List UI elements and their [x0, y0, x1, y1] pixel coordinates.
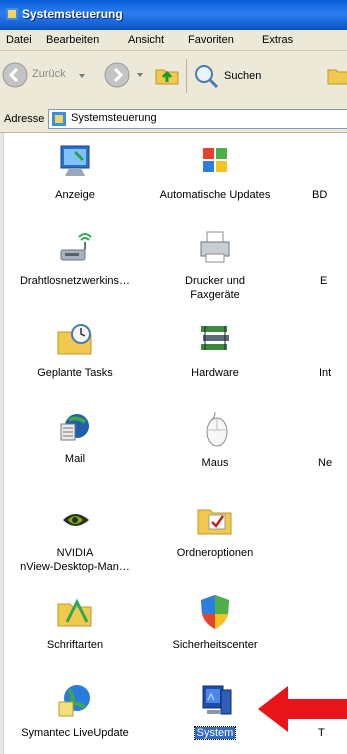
item-drucker-und-faxgeraete[interactable]: Drucker und Faxgeräte: [155, 228, 275, 302]
item-hardware[interactable]: Hardware: [155, 320, 275, 380]
item-label: Maus: [201, 457, 229, 469]
menu-favoriten[interactable]: Favoriten: [188, 34, 234, 46]
systemsteuerung-window: Systemsteuerung Datei Bearbeiten Ansicht…: [0, 0, 347, 754]
control-panel-icon: [6, 8, 18, 20]
control-panel-icon: [52, 112, 66, 126]
folders-icon[interactable]: [326, 62, 347, 88]
toolbar: Zurück Suchen: [0, 51, 347, 107]
item-symantec-liveupdate[interactable]: Symantec LiveUpdate: [15, 680, 135, 740]
printer-icon: [200, 231, 230, 263]
item-label: E: [320, 275, 328, 287]
menu-extras[interactable]: Extras: [262, 34, 293, 46]
item-label-line2: Faxgeräte: [190, 289, 240, 301]
item-label: Mail: [64, 453, 86, 465]
red-arrow-icon: [258, 686, 347, 732]
item-label: Geplante Tasks: [37, 367, 113, 379]
system-icon: [202, 685, 232, 715]
generic-icon: [320, 228, 347, 268]
item-label: NVIDIA: [56, 547, 94, 559]
item-automatische-updates[interactable]: Automatische Updates: [155, 142, 275, 202]
item-schriftarten[interactable]: Schriftarten: [15, 592, 135, 652]
item-label: Symantec LiveUpdate: [21, 727, 129, 739]
item-label: Int: [319, 367, 332, 379]
item-e[interactable]: E: [320, 228, 347, 288]
up-folder-icon[interactable]: [154, 62, 180, 88]
address-label: Adresse: [4, 113, 45, 125]
fonts-icon: [57, 598, 92, 627]
item-int[interactable]: Int: [319, 320, 347, 380]
item-drahtlosnetzwerk[interactable]: Drahtlosnetzwerkins…: [15, 228, 135, 288]
menu-datei[interactable]: Datei: [6, 34, 32, 46]
menu-ansicht[interactable]: Ansicht: [128, 34, 164, 46]
chevron-down-icon[interactable]: [136, 71, 144, 79]
search-button[interactable]: Suchen: [192, 59, 272, 95]
item-label: Schriftarten: [46, 639, 104, 651]
item-sicherheitscenter[interactable]: Sicherheitscenter: [155, 592, 275, 652]
liveupdate-icon: [58, 685, 90, 717]
item-label: Anzeige: [55, 189, 95, 201]
mouse-icon: [206, 411, 228, 447]
windows-update-icon: [203, 148, 227, 172]
item-nvidia[interactable]: NVIDIA nView-Desktop-Man…: [15, 500, 135, 574]
address-value: Systemsteuerung: [71, 112, 157, 124]
item-ordneroptionen[interactable]: Ordneroptionen: [155, 500, 275, 560]
display-icon: [60, 145, 90, 176]
arrow-shape: [258, 686, 347, 732]
item-label: Ne: [318, 457, 333, 469]
item-anzeige[interactable]: Anzeige: [15, 142, 135, 202]
search-label: Suchen: [224, 70, 262, 82]
menu-bar: Datei Bearbeiten Ansicht Favoriten Extra…: [0, 30, 347, 51]
menu-bearbeiten[interactable]: Bearbeiten: [46, 34, 99, 46]
generic-icon: [312, 142, 347, 182]
item-label: Automatische Updates: [159, 189, 271, 201]
item-label-line2: nView-Desktop-Man…: [20, 561, 130, 573]
item-geplante-tasks[interactable]: Geplante Tasks: [15, 320, 135, 380]
wireless-network-icon: [60, 233, 92, 261]
back-arrow-icon: [2, 62, 28, 88]
address-bar: Adresse Systemsteuerung: [0, 106, 347, 133]
item-bd[interactable]: BD: [312, 142, 347, 202]
item-label: Drahtlosnetzwerkins…: [19, 275, 131, 287]
security-center-icon: [201, 595, 229, 629]
hardware-icon: [201, 326, 229, 350]
search-icon: [195, 65, 219, 89]
item-label: BD: [312, 189, 328, 201]
address-field[interactable]: Systemsteuerung: [48, 109, 347, 129]
item-mail[interactable]: Mail: [15, 406, 135, 466]
item-maus[interactable]: Maus: [155, 410, 275, 470]
item-label-selected: System: [193, 726, 237, 740]
folder-options-icon: [197, 509, 232, 535]
item-label: Hardware: [191, 367, 239, 379]
item-label: Ordneroptionen: [176, 547, 254, 559]
left-pane-edge: [0, 133, 4, 754]
forward-arrow-icon[interactable]: [104, 62, 130, 88]
mail-icon: [60, 414, 89, 441]
chevron-down-icon: [79, 74, 85, 78]
item-label: Drucker und: [185, 275, 245, 287]
item-system[interactable]: System: [155, 680, 275, 740]
toolbar-separator: [186, 59, 187, 93]
item-label: Sicherheitscenter: [172, 639, 258, 651]
window-title: Systemsteuerung: [22, 7, 123, 21]
scheduled-tasks-icon: [57, 324, 92, 355]
generic-icon: [318, 410, 347, 450]
back-label: Zurück: [32, 68, 66, 80]
item-ne[interactable]: Ne: [318, 410, 347, 470]
back-button[interactable]: Zurück: [2, 57, 102, 97]
generic-icon: [319, 320, 347, 360]
title-bar[interactable]: Systemsteuerung: [0, 0, 347, 30]
nvidia-icon: [63, 514, 89, 526]
